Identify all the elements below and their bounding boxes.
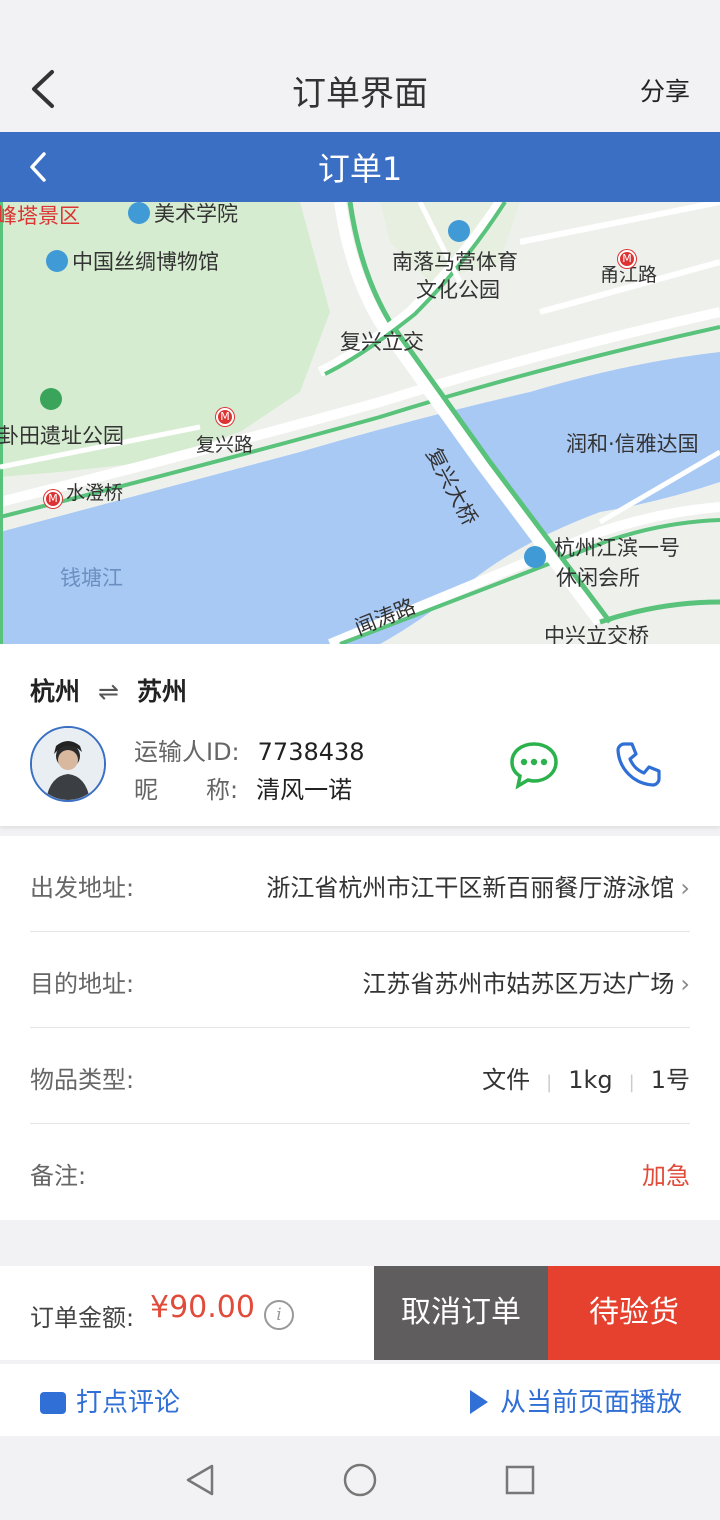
item-type-label: 物品类型: — [30, 1066, 135, 1094]
amount-value: ¥90.00 — [150, 1290, 255, 1325]
carrier-nickname: 昵 称: 清风一诺 — [134, 776, 353, 804]
remark-row: 备注: 加急 — [30, 1124, 690, 1220]
map-label-meishu: 美术学院 — [128, 202, 238, 228]
map-label-nanluoma: 南落马营体育 — [392, 250, 518, 274]
route-from: 杭州 — [30, 677, 81, 706]
system-nav-bar — [0, 1436, 720, 1520]
item-weight: 1kg — [568, 1066, 613, 1094]
page-title: 订单界面 — [292, 74, 428, 114]
chevron-right-icon: › — [680, 874, 690, 902]
nav-back-icon[interactable] — [182, 1462, 218, 1498]
school-icon — [128, 202, 150, 224]
pending-inspection-button[interactable]: 待验货 — [548, 1266, 720, 1360]
destination-label: 目的地址: — [30, 970, 135, 998]
play-icon — [469, 1390, 488, 1414]
map-label-zhongxing: 中兴立交桥 — [544, 624, 649, 644]
map-label-runhe: 润和·信雅达国 — [566, 432, 699, 456]
map-label-leifeng: 峰塔景区 — [0, 204, 80, 228]
carrier-id: 运输人ID: 7738438 — [134, 738, 365, 766]
item-type-value: 文件 | 1kg | 1号 — [482, 1060, 690, 1095]
phone-icon[interactable] — [612, 738, 664, 790]
map-label-bagua: 卦田遗址公园 — [0, 424, 124, 448]
map-view[interactable]: 峰塔景区 美术学院 中国丝绸博物馆 南落马营体育 文化公园 甬江路 M 复兴立交… — [0, 202, 720, 644]
remark-value: 加急 — [642, 1162, 690, 1190]
departure-label: 出发地址: — [30, 874, 135, 902]
order-action-bar: 订单金额: ¥90.00 i 取消订单 待验货 — [0, 1266, 720, 1360]
cancel-order-button[interactable]: 取消订单 — [374, 1266, 548, 1360]
amount-label: 订单金额: — [30, 1304, 135, 1332]
map-label-fuxing-lijiao: 复兴立交 — [340, 330, 424, 354]
item-size: 1号 — [650, 1066, 690, 1094]
destination-value[interactable]: 江苏省苏州市姑苏区万达广场 › — [362, 964, 690, 999]
departure-row[interactable]: 出发地址: 浙江省杭州市江干区新百丽餐厅游泳馆 › — [30, 836, 690, 932]
avatar[interactable] — [30, 726, 106, 802]
map-label-jiangbin: 杭州江滨一号 — [554, 536, 680, 560]
comment-icon — [40, 1392, 66, 1414]
nav-recent-icon[interactable] — [502, 1462, 538, 1498]
carrier-card: 杭州 ⇌ 苏州 运输人ID: 7738438 昵 称: 清风一诺 — [0, 644, 720, 826]
metro-icon: M — [618, 240, 640, 268]
chevron-right-icon: › — [680, 970, 690, 998]
route-summary: 杭州 ⇌ 苏州 — [30, 672, 187, 708]
comment-bar: 打点评论 从当前页面播放 — [0, 1364, 720, 1436]
map-label-shuicheng: M 水澄桥 — [44, 478, 123, 508]
route-arrow-icon: ⇌ — [98, 677, 119, 706]
map-label-qiantang: 钱塘江 — [60, 566, 123, 590]
play-button[interactable]: 从当前页面播放 — [469, 1382, 682, 1419]
order-title: 订单1 — [317, 150, 403, 188]
map-label-silk-museum: 中国丝绸博物馆 — [46, 246, 219, 276]
info-icon[interactable]: i — [264, 1300, 294, 1330]
destination-row[interactable]: 目的地址: 江苏省苏州市姑苏区万达广场 › — [30, 932, 690, 1028]
park-icon — [40, 388, 66, 412]
map-label-xiuxian: 休闲会所 — [556, 566, 640, 590]
separator: | — [628, 1072, 635, 1093]
share-button[interactable]: 分享 — [640, 72, 690, 108]
remark-label: 备注: — [30, 1162, 87, 1190]
map-label-fuxing-road: M 复兴路 — [196, 408, 254, 456]
item-type-row: 物品类型: 文件 | 1kg | 1号 — [30, 1028, 690, 1124]
departure-value[interactable]: 浙江省杭州市江干区新百丽餐厅游泳馆 › — [266, 868, 690, 903]
item-type: 文件 — [482, 1066, 531, 1094]
map-label-wenhua-park: 文化公园 — [416, 278, 500, 302]
route-to: 苏州 — [136, 677, 187, 706]
order-header: 订单1 — [0, 132, 720, 202]
separator: | — [546, 1072, 553, 1093]
leisure-icon — [524, 546, 550, 570]
order-details: 出发地址: 浙江省杭州市江干区新百丽餐厅游泳馆 › 目的地址: 江苏省苏州市姑苏区… — [0, 836, 720, 1220]
message-icon[interactable] — [508, 740, 560, 790]
museum-icon — [46, 250, 68, 272]
comment-button[interactable]: 打点评论 — [40, 1382, 180, 1419]
top-bar: 订单界面 分享 — [0, 0, 720, 132]
sports-icon — [448, 220, 474, 244]
nav-home-icon[interactable] — [342, 1462, 378, 1498]
